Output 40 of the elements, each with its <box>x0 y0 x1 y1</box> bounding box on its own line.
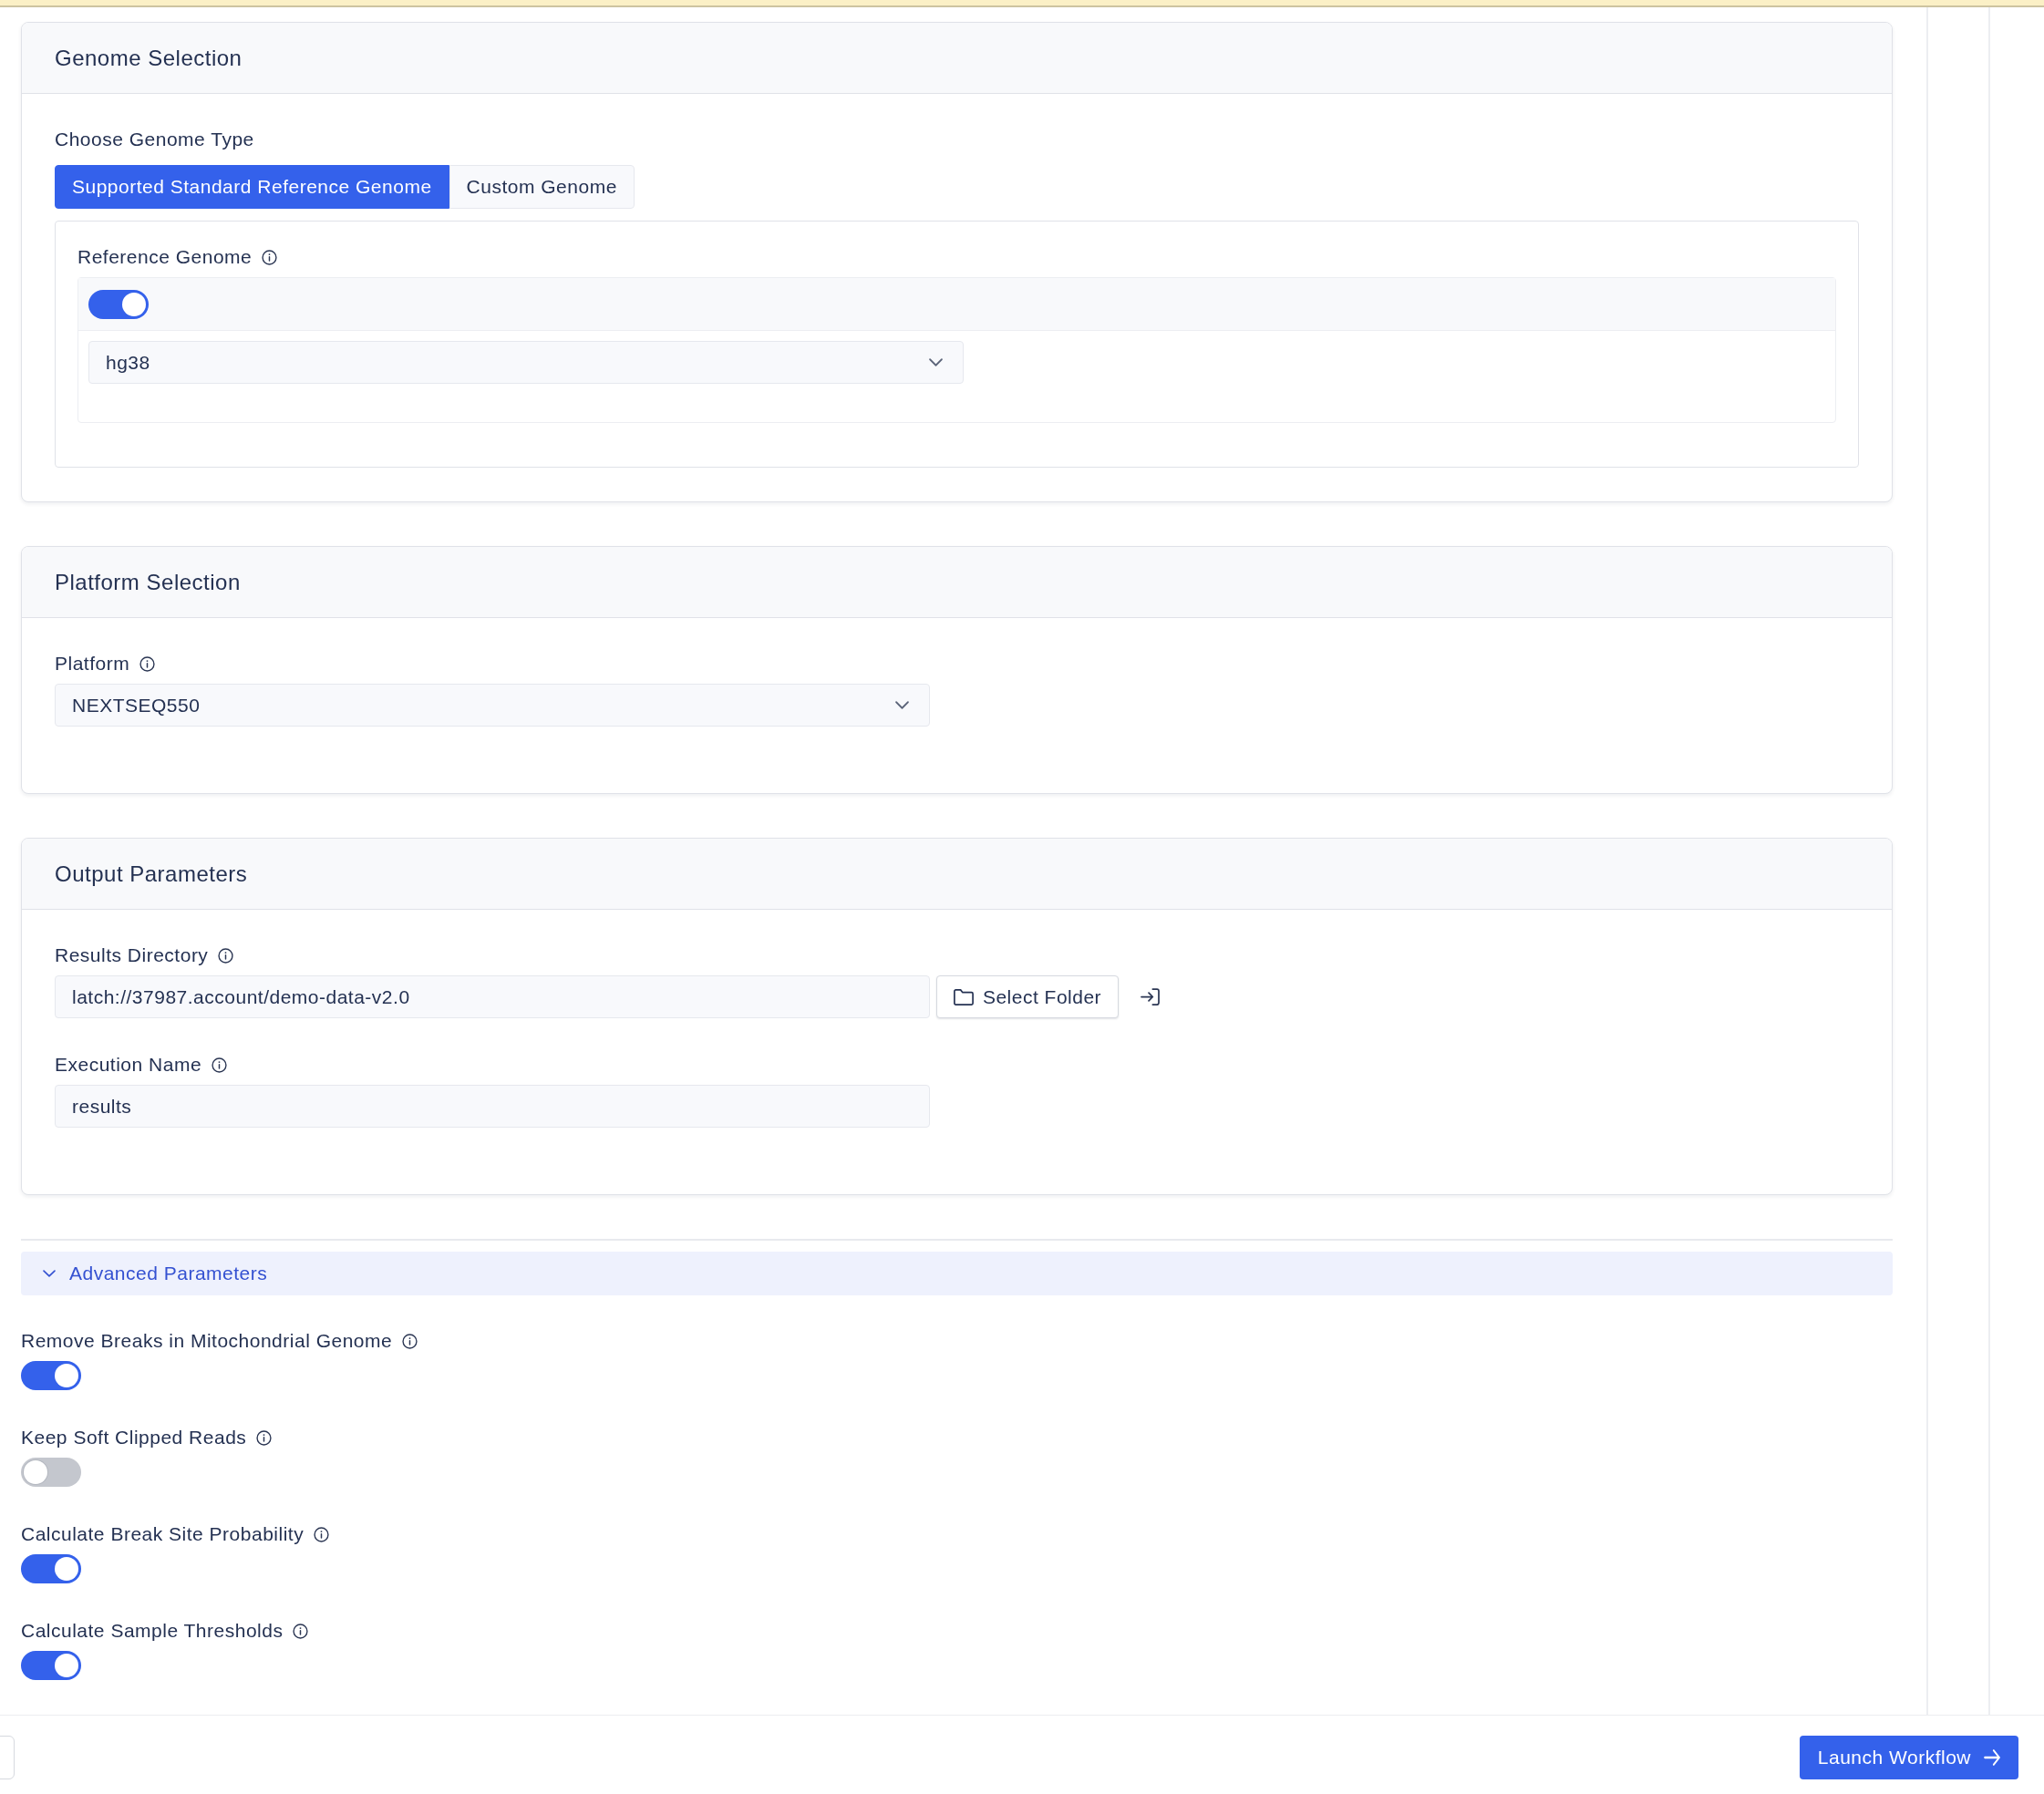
section-title: Platform Selection <box>55 568 241 596</box>
field-label: Calculate Sample Thresholds <box>21 1619 284 1644</box>
section-title: Output Parameters <box>55 860 248 888</box>
select-folder-button[interactable]: Select Folder <box>936 975 1119 1018</box>
dropdown-select[interactable]: NEXTSEQ550 <box>55 684 930 727</box>
field-label: Remove Breaks in Mitochondrial Genome <box>21 1329 393 1354</box>
accordion-button[interactable]: Advanced Parameters <box>21 1252 1893 1295</box>
info-icon <box>256 1429 273 1446</box>
field-label: Calculate Break Site Probability <box>21 1522 305 1547</box>
arrow-right-icon <box>1984 1749 2000 1766</box>
toggle-switch[interactable] <box>21 1651 81 1680</box>
tab[interactable]: Custom Genome <box>449 165 635 209</box>
field-label: Execution Name <box>55 1053 202 1077</box>
info-icon <box>218 947 234 964</box>
info-icon <box>314 1526 330 1542</box>
chevron-down-icon <box>43 1270 56 1277</box>
info-icon <box>402 1333 418 1349</box>
arrow-into-bracket-icon[interactable] <box>1141 988 1160 1005</box>
launch-workflow-button[interactable]: Launch Workflow <box>1799 1736 2018 1779</box>
field-label: Reference Genome <box>77 245 253 270</box>
chevron-down-icon <box>929 358 943 366</box>
text-input[interactable]: latch://37987.account/demo-data-v2.0 <box>55 975 930 1018</box>
toggle-switch[interactable] <box>21 1361 81 1390</box>
field-label: Platform <box>55 652 130 676</box>
text-input[interactable]: results <box>55 1085 930 1128</box>
chevron-down-icon <box>895 701 909 709</box>
field-label: Results Directory <box>55 943 209 968</box>
info-icon <box>212 1057 228 1073</box>
field-label: Keep Soft Clipped Reads <box>21 1426 247 1450</box>
dropdown-select[interactable]: hg38 <box>88 341 964 384</box>
tab[interactable]: Supported Standard Reference Genome <box>55 165 449 209</box>
toggle-switch[interactable] <box>21 1458 81 1487</box>
folder-icon <box>953 988 974 1005</box>
field-label: Choose Genome Type <box>55 128 254 152</box>
info-icon <box>139 655 156 672</box>
info-icon <box>293 1623 309 1639</box>
info-icon <box>262 249 278 265</box>
toggle-switch[interactable] <box>21 1554 81 1583</box>
section-title: Genome Selection <box>55 44 243 72</box>
toggle-switch[interactable] <box>88 289 149 319</box>
